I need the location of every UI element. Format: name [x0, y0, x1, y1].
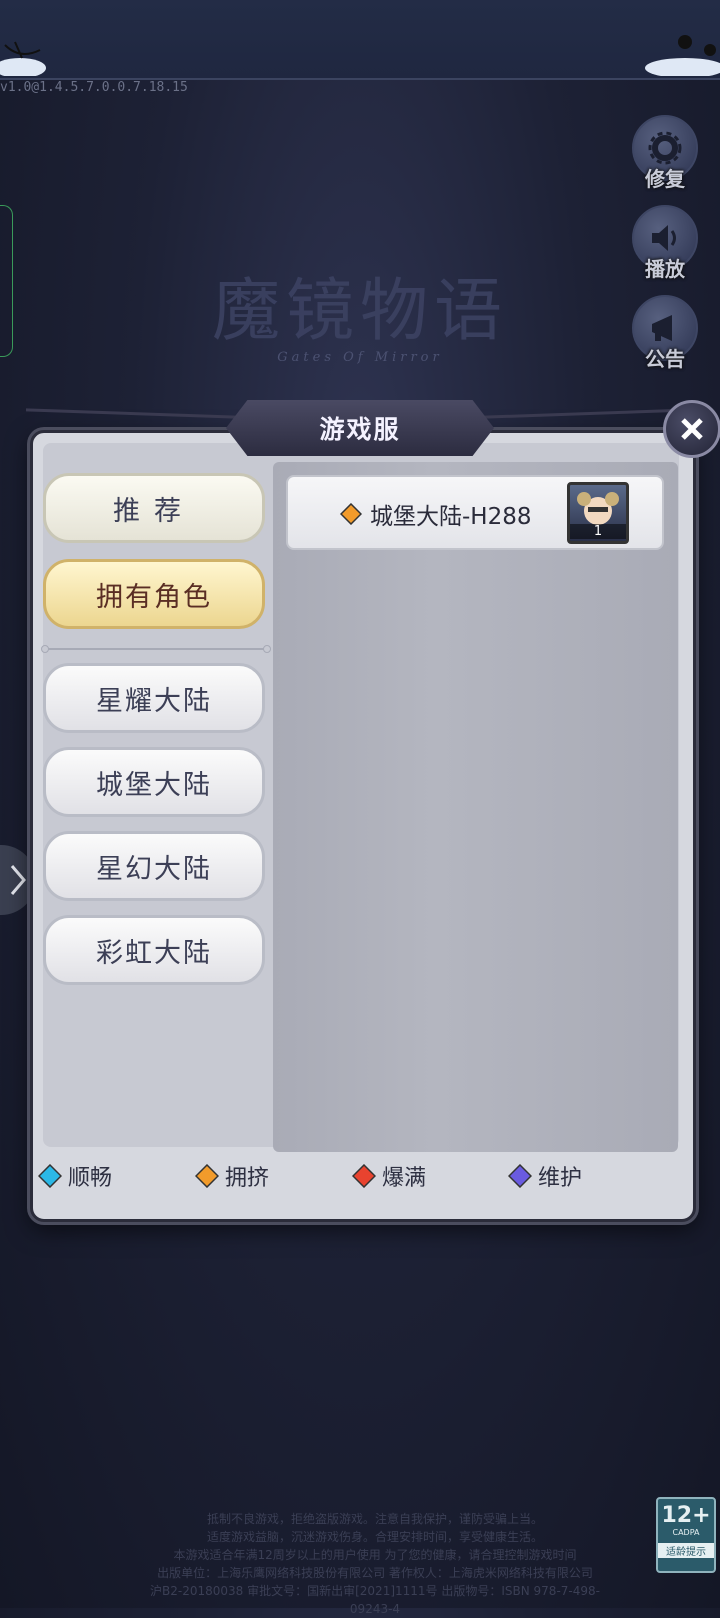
server-name: 城堡大陆-H288 — [370, 504, 532, 530]
legend-full: 爆满 — [352, 1160, 426, 1192]
legend-busy-label: 拥挤 — [225, 1166, 270, 1191]
dialog-title: 游戏服 — [226, 400, 494, 456]
health-notice-line: 适度游戏益脑，沉迷游戏伤身。合理安排时间，享受健康生活。 — [206, 1530, 543, 1544]
character-level: 1 — [570, 524, 626, 539]
status-full-diamond-icon — [352, 1164, 376, 1188]
category-recommended[interactable]: 推荐 — [43, 473, 265, 543]
age-rating-badge[interactable]: 12+ CADPA 适龄提示 — [656, 1497, 716, 1573]
health-notice-line: 沪B2-20180038 审批文号：国新出审[2021]1111号 出版物号：I… — [150, 1584, 600, 1616]
character-avatar: 1 — [567, 482, 629, 544]
repair-label: 修复 — [645, 167, 685, 191]
server-row[interactable]: 城堡大陆-H288 1 — [286, 475, 664, 550]
announcement-label: 公告 — [645, 347, 685, 371]
category-chengbao[interactable]: 城堡大陆 — [43, 747, 265, 817]
legend-smooth-label: 顺畅 — [68, 1166, 113, 1191]
version-label: v1.0@1.4.5.7.0.0.7.18.15 — [0, 80, 188, 95]
status-legend: 顺畅 拥挤 爆满 维护 — [38, 1160, 678, 1200]
legend-busy: 拥挤 — [195, 1160, 269, 1192]
game-logo: 魔镜物语 — [211, 272, 508, 351]
category-xingyao[interactable]: 星耀大陆 — [43, 663, 265, 733]
server-list-pane[interactable] — [273, 462, 678, 1152]
category-divider — [41, 645, 271, 653]
announcement-button[interactable]: 公告 — [632, 295, 698, 379]
close-icon — [681, 418, 703, 440]
status-busy-diamond-icon — [340, 503, 362, 525]
category-owned-characters[interactable]: 拥有角色 — [43, 559, 265, 629]
top-banner — [0, 0, 720, 80]
cloud-left-decoration — [0, 41, 46, 76]
status-busy-diamond-icon — [195, 1164, 219, 1188]
chevron-right-icon — [10, 865, 26, 895]
age-rating-tip: 适龄提示 — [658, 1543, 714, 1558]
legend-maintenance: 维护 — [508, 1160, 582, 1192]
legend-maintenance-label: 维护 — [538, 1166, 583, 1191]
health-notice-line: 抵制不良游戏，拒绝盗版游戏。注意自我保护，谨防受骗上当。 — [206, 1512, 543, 1526]
health-notice: 抵制不良游戏，拒绝盗版游戏。注意自我保护，谨防受骗上当。 适度游戏益脑，沉迷游戏… — [130, 1510, 620, 1618]
category-caihong[interactable]: 彩虹大陆 — [43, 915, 265, 985]
cloud-right-decoration — [645, 35, 720, 76]
play-button[interactable]: 播放 — [632, 205, 698, 289]
game-logo-subtitle: Gates Of Mirror — [277, 350, 443, 365]
age-rating-org: CADPA — [672, 1528, 700, 1537]
age-rating-number: 12+ — [661, 1503, 711, 1528]
status-maintenance-diamond-icon — [508, 1164, 532, 1188]
health-notice-line: 本游戏适合年满12周岁以上的用户使用 为了您的健康，请合理控制游戏时间 — [173, 1548, 577, 1562]
left-side-tab[interactable] — [0, 205, 13, 357]
play-label: 播放 — [645, 257, 685, 281]
health-notice-line: 出版单位：上海乐鹰网络科技股份有限公司 著作权人：上海虎米网络科技有限公司 — [157, 1566, 593, 1580]
category-xinghuan[interactable]: 星幻大陆 — [43, 831, 265, 901]
legend-full-label: 爆满 — [382, 1166, 427, 1191]
status-smooth-diamond-icon — [38, 1164, 62, 1188]
repair-button[interactable]: 修复 — [632, 115, 698, 199]
legend-smooth: 顺畅 — [38, 1160, 112, 1192]
close-button[interactable] — [663, 400, 720, 458]
